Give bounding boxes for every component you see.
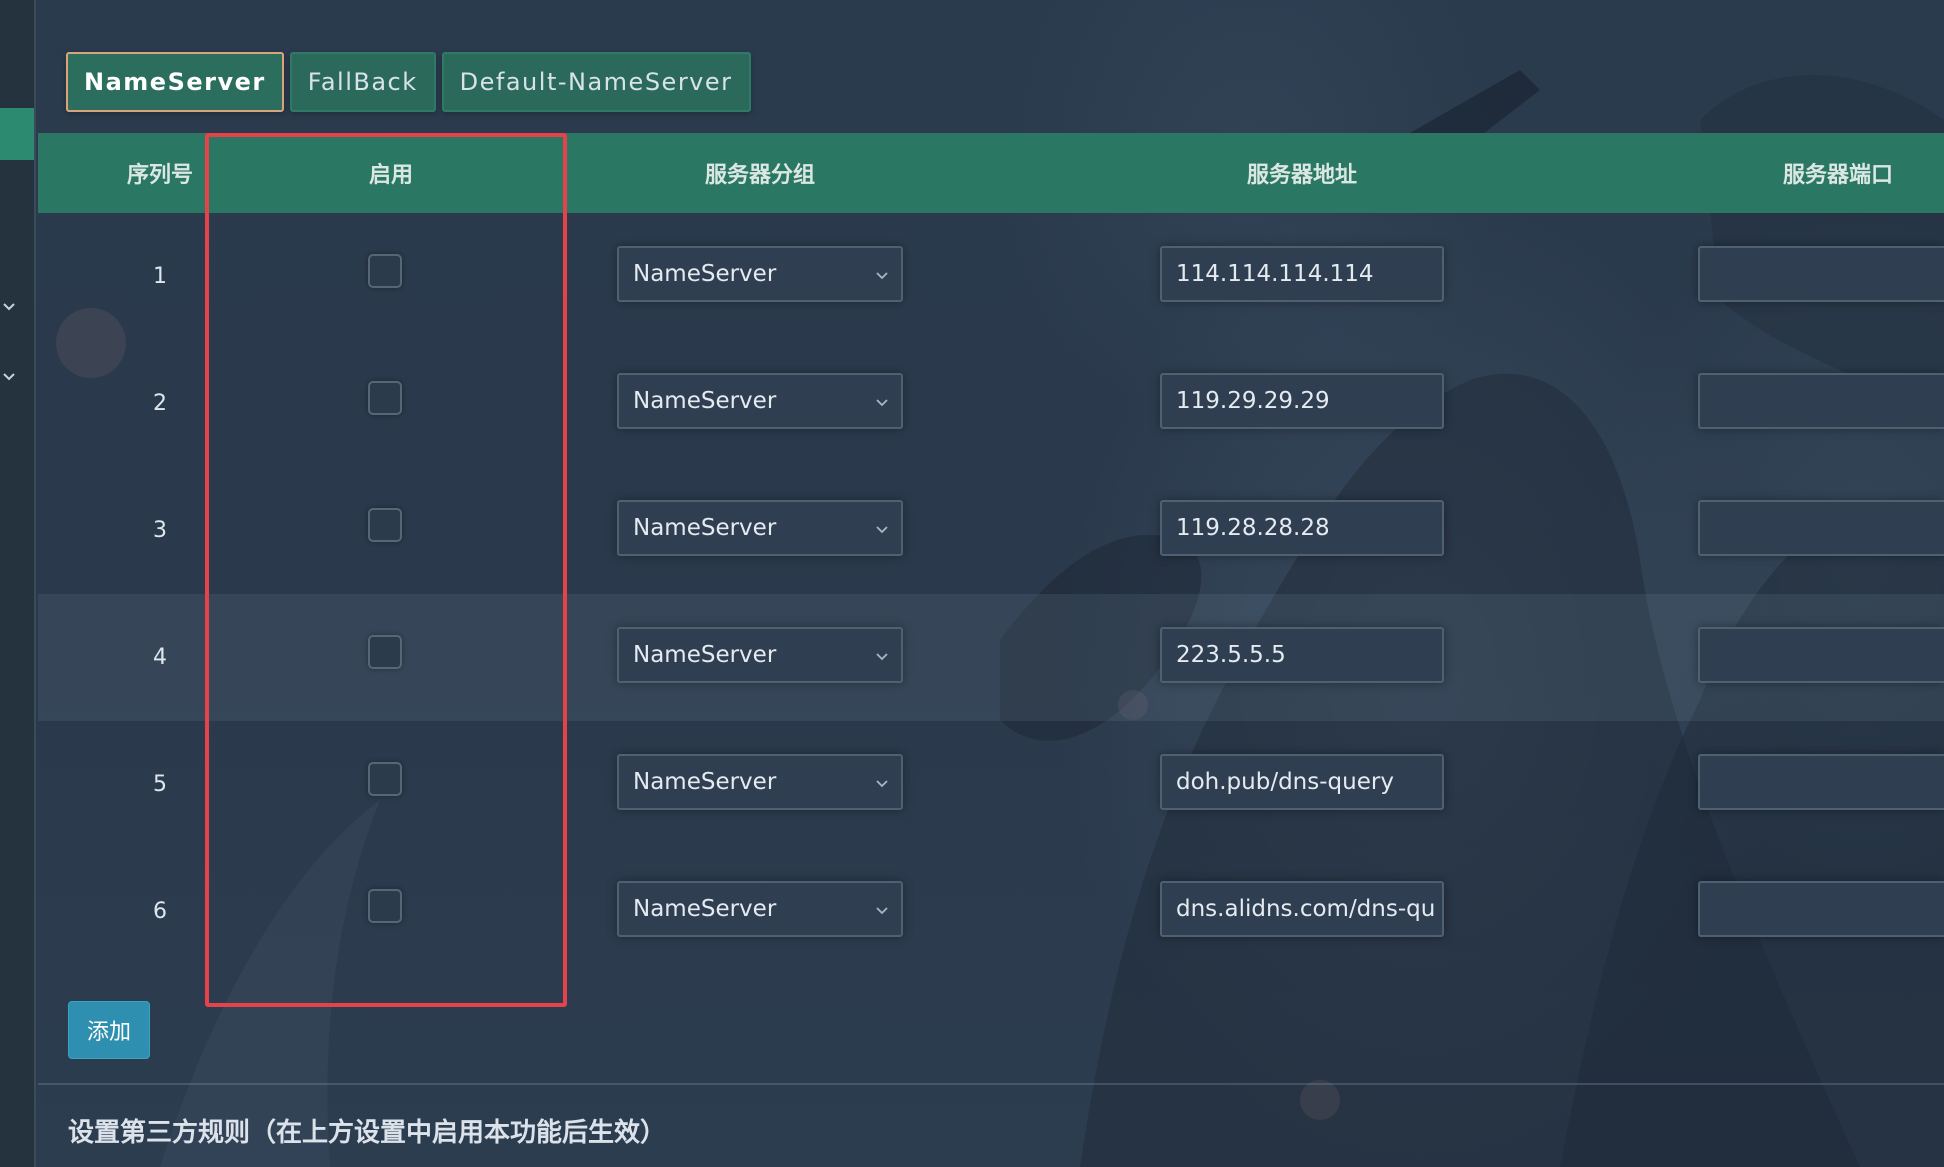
server-address-input[interactable]: 119.29.29.29: [1160, 373, 1444, 429]
server-address-input[interactable]: doh.pub/dns-query: [1160, 754, 1444, 810]
server-address-input[interactable]: 223.5.5.5: [1160, 627, 1444, 683]
add-button[interactable]: 添加: [68, 1001, 150, 1059]
header-address: 服务器地址: [1246, 163, 1357, 188]
server-address-input[interactable]: 114.114.114.114: [1160, 246, 1444, 302]
bokeh-dot: [1300, 1080, 1340, 1120]
server-address-input[interactable]: 119.28.28.28: [1160, 500, 1444, 556]
chevron-down-icon: [873, 391, 891, 409]
server-group-select[interactable]: NameServer: [617, 881, 903, 937]
server-port-input[interactable]: [1698, 500, 1944, 556]
header-group: 服务器分组: [704, 163, 815, 188]
chevron-down-icon: [873, 645, 891, 663]
highlight-box: [205, 133, 567, 1007]
server-group-select[interactable]: NameServer: [617, 627, 903, 683]
server-group-select[interactable]: NameServer: [617, 500, 903, 556]
server-group-value: NameServer: [633, 896, 777, 922]
chevron-down-icon[interactable]: [0, 368, 18, 386]
chevron-down-icon[interactable]: [0, 298, 18, 316]
page: NameServer FallBack Default-NameServer 序…: [0, 0, 1944, 1167]
tab-nameserver[interactable]: NameServer: [66, 52, 284, 112]
server-group-select[interactable]: NameServer: [617, 246, 903, 302]
tab-fallback[interactable]: FallBack: [289, 52, 436, 112]
server-group-value: NameServer: [633, 515, 777, 541]
chevron-down-icon: [873, 518, 891, 536]
sidebar-active-item[interactable]: [0, 108, 34, 160]
chevron-down-icon: [873, 772, 891, 790]
server-group-value: NameServer: [633, 769, 777, 795]
server-group-select[interactable]: NameServer: [617, 754, 903, 810]
section-title: 设置第三方规则（在上方设置中启用本功能后生效）: [68, 1118, 667, 1148]
chevron-down-icon: [873, 899, 891, 917]
server-group-value: NameServer: [633, 642, 777, 668]
server-group-value: NameServer: [633, 261, 777, 287]
server-group-select[interactable]: NameServer: [617, 373, 903, 429]
server-port-input[interactable]: [1698, 627, 1944, 683]
server-address-input[interactable]: dns.alidns.com/dns-qu: [1160, 881, 1444, 937]
server-port-input[interactable]: [1698, 881, 1944, 937]
sidebar: [0, 0, 36, 1167]
tab-bar: NameServer FallBack Default-NameServer: [66, 52, 751, 112]
chevron-down-icon: [873, 264, 891, 282]
header-port: 服务器端口: [1782, 163, 1893, 188]
server-port-input[interactable]: [1698, 754, 1944, 810]
server-group-value: NameServer: [633, 388, 777, 414]
server-port-input[interactable]: [1698, 373, 1944, 429]
tab-default-nameserver[interactable]: Default-NameServer: [441, 52, 751, 112]
section-divider: [38, 1083, 1944, 1085]
server-port-input[interactable]: [1698, 246, 1944, 302]
